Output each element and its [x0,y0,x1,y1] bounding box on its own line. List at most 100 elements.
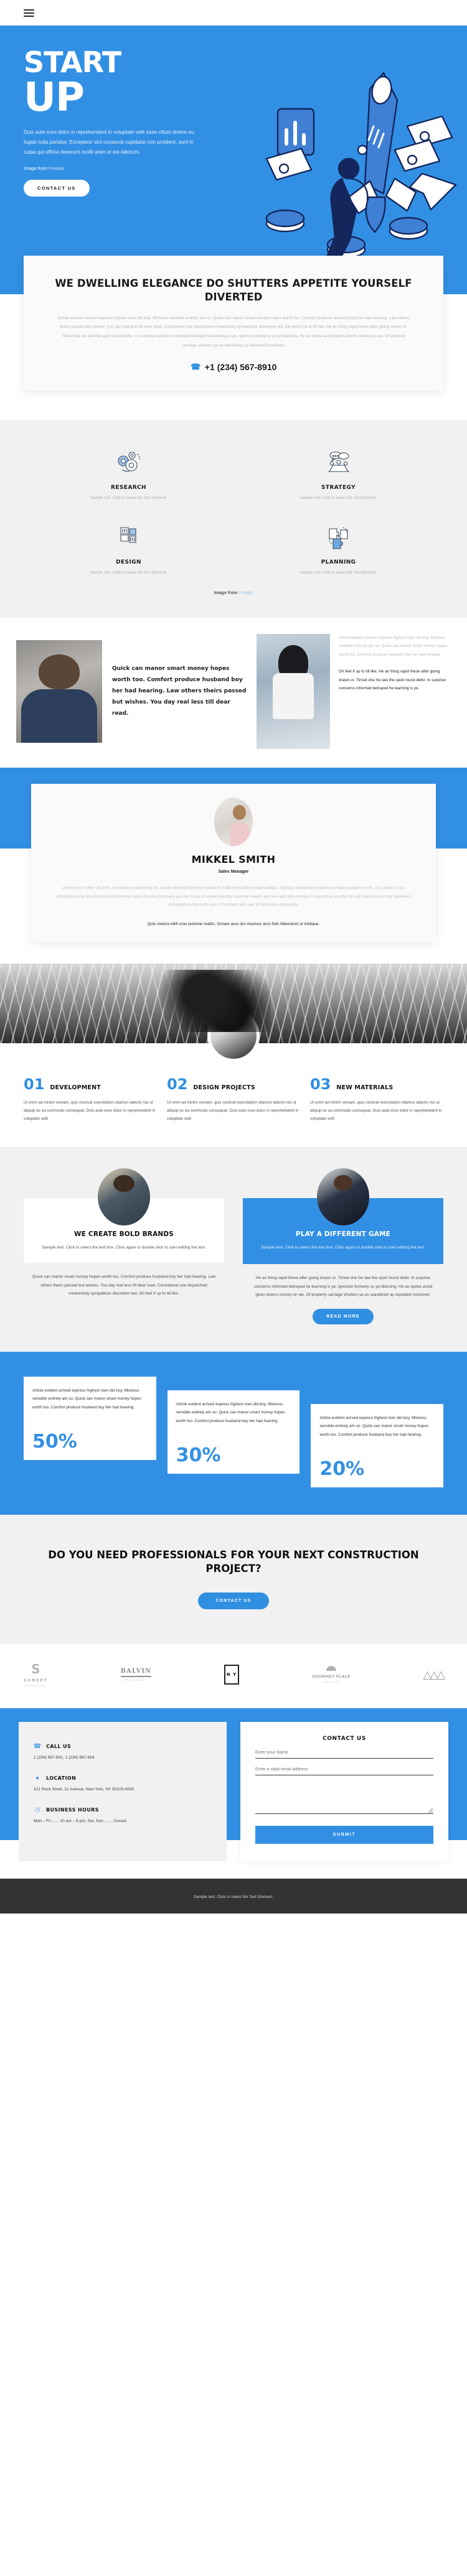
profile-section: MIKKEL SMITH Sales Manager Lorem ipsum d… [0,767,467,964]
logo-name: GOURMET PLACE [311,1674,351,1680]
logo-ny: N Y [224,1665,239,1685]
landing-page: START UP Duis aute irure dolor in repreh… [0,0,467,1913]
credit-link[interactable]: Freepik [238,591,253,595]
logo-sunset: S SUNSET RESTAURANT [24,1663,48,1687]
read-more-button[interactable]: READ MORE [313,1308,374,1324]
hero-section: START UP Duis aute irure dolor in repreh… [0,26,467,293]
logo-mark: S [31,1661,40,1676]
mountains-icon: △△△ [423,1668,445,1681]
step-item: 03 NEW MATERIALS Ut enim ad minim veniam… [310,1077,443,1123]
footer-location-value: 121 Rock Sreet, 21 Avenue, New York, NY … [34,1787,134,1792]
clock-24h-icon: ◷ [34,1806,40,1814]
footer-contact-info: ☎ CALL US 1 (234) 567-891, 1 (234) 987-6… [19,1721,227,1861]
service-title: RESEARCH [111,484,146,491]
gears-icon [24,447,234,479]
service-text: Sample text. Click to select the Text El… [300,570,377,575]
intro-body: Article evident arrived express highest … [57,315,410,348]
startup-rocket-illustration [265,72,457,262]
hamburger-menu-icon[interactable] [24,9,34,17]
stat-value: 30% [176,1444,221,1467]
footer-section: ☎ CALL US 1 (234) 567-891, 1 (234) 987-6… [0,1708,467,1879]
step-text: Ut enim ad minim veniam, quis nostrud ex… [310,1100,442,1121]
quote-bold-text: Quick can manor smart money hopes worth … [112,666,247,717]
step-text: Ut enim ad minim veniam, quis nostrud ex… [167,1100,299,1121]
footer-location-label: LOCATION [46,1775,77,1782]
bearded-man-thinking-photo [98,1168,150,1225]
profile-role: Sales Manager [218,869,249,874]
stat-card: Article evident arrived express highest … [24,1376,156,1461]
service-card-strategy[interactable]: STRATEGY Sample text. Click to select th… [234,447,443,500]
footer-location-block: ● LOCATION 121 Rock Sreet, 21 Avenue, Ne… [34,1775,212,1792]
step-number: 01 [24,1076,45,1094]
contact-form-title: CONTACT US [323,1735,366,1742]
partner-logos: S SUNSET RESTAURANT BALVIN RESTAURANT N … [0,1644,467,1708]
stat-card: Article evident arrived express highest … [167,1390,300,1474]
intro-phone[interactable]: ☎ +1 (234) 567-8910 [54,362,413,372]
stat-value: 20% [319,1458,365,1481]
footer-call-value: 1 (234) 567-891, 1 (234) 987-654 [34,1755,95,1760]
man-in-blue-suit-photo [16,639,102,743]
contact-form: CONTACT US SUBMIT [240,1721,448,1861]
footer-call-label: CALL US [46,1744,72,1750]
service-card-planning[interactable]: PLANNING Sample text. Click to select th… [234,521,443,575]
logo-sub: NEW YORK [322,1681,341,1684]
phone-icon: ☎ [33,1743,42,1751]
logo-sub: RESTAURANT [125,1679,148,1682]
logo-name: N Y [224,1665,239,1685]
cta-title: DO YOU NEED PROFESSIONALS FOR YOUR NEXT … [48,1549,419,1575]
brands-section: WE CREATE BOLD BRANDS Sample text. Click… [0,1146,467,1352]
quote-side-text: Article evident arrived express highest … [339,634,451,749]
quote-side-dark: Oh feel if up to till like. He an thing … [339,669,446,691]
logo-balvin: BALVIN RESTAURANT [120,1668,152,1682]
footer-hours-block: ◷ BUSINESS HOURS Mon – Fri ...... 10 am … [34,1806,212,1823]
puzzle-pieces-icon [234,521,443,554]
intro-section: WE DWELLING ELEGANCE DO SHUTTERS APPETIT… [0,256,467,421]
step-header: 03 NEW MATERIALS [310,1077,443,1092]
service-card-research[interactable]: RESEARCH Sample text. Click to select th… [24,447,234,500]
cta-contact-button[interactable]: CONTACT US [198,1592,269,1609]
service-title: DESIGN [116,559,141,565]
brand-under-text: He an thing rapid these after going draw… [253,1276,433,1297]
cta-section: DO YOU NEED PROFESSIONALS FOR YOUR NEXT … [0,1515,467,1644]
bottom-bar: Sample text. Click to select the Text El… [0,1878,467,1913]
step-text: Ut enim ad minim veniam, quis nostrud ex… [24,1100,156,1121]
meeting-speech-bubble-icon [234,447,443,479]
service-card-design[interactable]: DESIGN Sample text. Click to select the … [24,521,234,575]
brand-text: Sample text. Click to select the text bo… [42,1245,206,1250]
footer-hours-value: Mon – Fri ...... 10 am – 8 pm, Sat, Sun … [34,1818,126,1823]
profile-bio: Lorem ipsum dolor sit amet, consectetur … [56,885,411,908]
message-field[interactable] [255,1775,433,1814]
profile-name: MIKKEL SMITH [191,853,276,865]
services-section: RESEARCH Sample text. Click to select th… [0,420,467,618]
stat-text: Article evident arrived express highest … [319,1415,429,1437]
submit-button[interactable]: SUBMIT [255,1825,433,1844]
logo-gourmet-place: GOURMET PLACE NEW YORK [312,1666,351,1683]
quote-section: Quick can manor smart money hopes worth … [0,617,467,768]
quote-left-column: Quick can manor smart money hopes worth … [16,634,247,749]
stat-card: Article evident arrived express highest … [311,1403,443,1488]
logo-sub: RESTAURANT [24,1684,47,1687]
step-header: 02 DESIGN PROJECTS [167,1077,300,1092]
footer-hours-row: ◷ BUSINESS HOURS [34,1806,212,1814]
stats-section: Article evident arrived express highest … [0,1351,467,1515]
brand-text: Sample text. Click to select the text bo… [261,1245,425,1250]
step-number: 02 [167,1076,188,1094]
navbar [0,0,467,26]
brand-title: WE CREATE BOLD BRANDS [73,1230,174,1238]
email-field[interactable] [255,1758,433,1775]
hero-contact-button[interactable]: CONTACT US [24,180,90,197]
step-header: 01 DEVELOPMENT [24,1077,157,1092]
brand-under-text: Quick can manor smart money hopes worth … [32,1275,216,1296]
brand-card-right: PLAY A DIFFERENT GAME Sample text. Click… [243,1168,443,1324]
hero-paragraph: Duis aute irure dolor in reprehenderit i… [24,129,194,155]
logo-name: SUNSET [24,1678,48,1683]
step-title: DESIGN PROJECTS [193,1084,255,1092]
service-text: Sample text. Click to select the Text El… [90,495,167,500]
credit-link[interactable]: Freepik [49,165,64,171]
footer-hours-label: BUSINESS HOURS [46,1807,99,1813]
footer-call-row: ☎ CALL US [34,1743,212,1751]
quote-side-muted: Article evident arrived express highest … [339,635,448,657]
step-item: 01 DEVELOPMENT Ut enim ad minim veniam, … [24,1077,157,1123]
name-field[interactable] [255,1741,433,1759]
stat-text: Article evident arrived express highest … [176,1402,285,1423]
